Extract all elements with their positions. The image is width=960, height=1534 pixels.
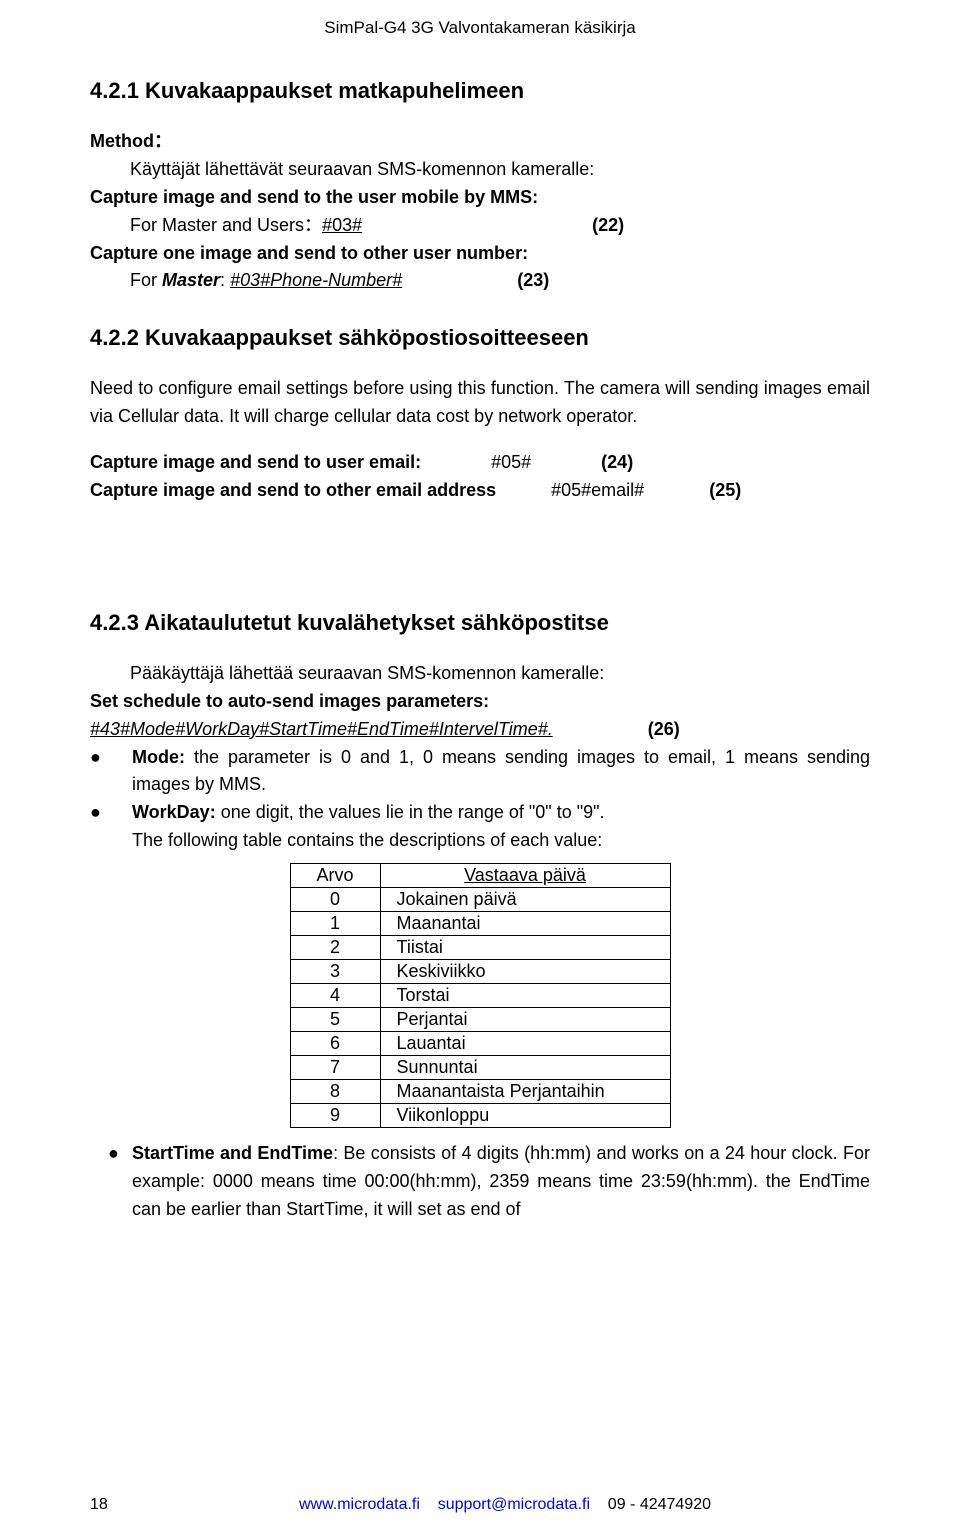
set-schedule-cmd-row: #43#Mode#WorkDay#StartTime#EndTime#Inter… [90,716,870,744]
capture2-label: Capture one image and send to other user… [90,240,870,268]
method-text: Käyttäjät lähettävät seuraavan SMS-komen… [130,156,870,184]
table-row: 7Sunnuntai [290,1056,670,1080]
table-row: 0Jokainen päivä [290,888,670,912]
capture2-master: Master [162,270,220,290]
capture1-num: (22) [592,215,624,235]
capture1-prefix: For Master and Users： [130,215,322,235]
capture-email-num1: (24) [601,452,633,472]
capture-email-num2: (25) [709,480,741,500]
bullet-mode: ● Mode: the parameter is 0 and 1, 0 mean… [90,744,870,800]
capture-email-cmd2: #05#email# [551,480,644,500]
table-row: 5Perjantai [290,1008,670,1032]
workday-table: Arvo Vastaava päivä 0Jokainen päivä 1Maa… [290,863,671,1128]
footer-url[interactable]: www.microdata.fi [299,1496,420,1513]
table-row: 4Torstai [290,984,670,1008]
capture1-label: Capture image and send to the user mobil… [90,184,870,212]
table-row: 1Maanantai [290,912,670,936]
bullet-dot-icon: ● [108,1140,132,1224]
page-footer: 18 www.microdata.fi support@microdata.fi… [0,1496,960,1514]
set-schedule-num: (26) [648,719,680,739]
set-schedule-label: Set schedule to auto-send images paramet… [90,688,870,716]
footer-links: www.microdata.fi support@microdata.fi 09… [140,1496,870,1514]
page-number: 18 [90,1496,140,1514]
workday-label: WorkDay: [132,802,216,822]
capture1-command-row: For Master and Users：#03# (22) [130,212,870,240]
mode-label: Mode: [132,747,185,767]
capture1-cmd: #03# [322,215,362,235]
table-row: 8Maanantaista Perjantaihin [290,1080,670,1104]
bullet-dot-icon: ● [90,799,132,827]
table-row: 3Keskiviikko [290,960,670,984]
method-label: Method： [90,131,172,151]
table-header-paiva: Vastaava päivä [380,864,670,888]
table-header-row: Arvo Vastaava päivä [290,864,670,888]
capture2-cmd: #03#Phone-Number# [230,270,402,290]
capture-email-label1: Capture image and send to user email: [90,452,421,472]
section-423-intro: Pääkäyttäjä lähettää seuraavan SMS-komen… [130,660,870,688]
capture-email-label2: Capture image and send to other email ad… [90,480,496,500]
capture2-num: (23) [517,270,549,290]
section-422-para: Need to configure email settings before … [90,375,870,431]
bullet-workday: ● WorkDay: one digit, the values lie in … [90,799,870,827]
running-header: SimPal-G4 3G Valvontakameran käsikirja [90,0,870,78]
table-row: 2Tiistai [290,936,670,960]
capture2-command-row: For Master: #03#Phone-Number# (23) [130,267,870,295]
section-423-title: 4.2.3 Aikataulutetut kuvalähetykset sähk… [90,610,870,636]
table-caption: The following table contains the descrip… [132,827,870,855]
footer-email[interactable]: support@microdata.fi [438,1496,590,1513]
set-schedule-cmd: #43#Mode#WorkDay#StartTime#EndTime#Inter… [90,719,553,739]
workday-text: one digit, the values lie in the range o… [216,802,605,822]
bullet-starttime: ● StartTime and EndTime: Be consists of … [108,1140,870,1224]
mode-text: the parameter is 0 and 1, 0 means sendin… [132,747,870,795]
capture2-colon: : [220,270,230,290]
bullet-dot-icon: ● [90,744,132,800]
capture-email-row2: Capture image and send to other email ad… [90,477,870,505]
capture-email-cmd1: #05# [491,452,531,472]
table-header-arvo: Arvo [290,864,380,888]
capture2-for: For [130,270,162,290]
capture-email-row1: Capture image and send to user email: #0… [90,449,870,477]
section-422-title: 4.2.2 Kuvakaappaukset sähköpostiosoittee… [90,325,870,351]
table-row: 6Lauantai [290,1032,670,1056]
footer-phone: 09 - 42474920 [608,1496,711,1513]
table-row: 9Viikonloppu [290,1104,670,1128]
section-421-title: 4.2.1 Kuvakaappaukset matkapuhelimeen [90,78,870,104]
starttime-label: StartTime and EndTime [132,1143,333,1163]
